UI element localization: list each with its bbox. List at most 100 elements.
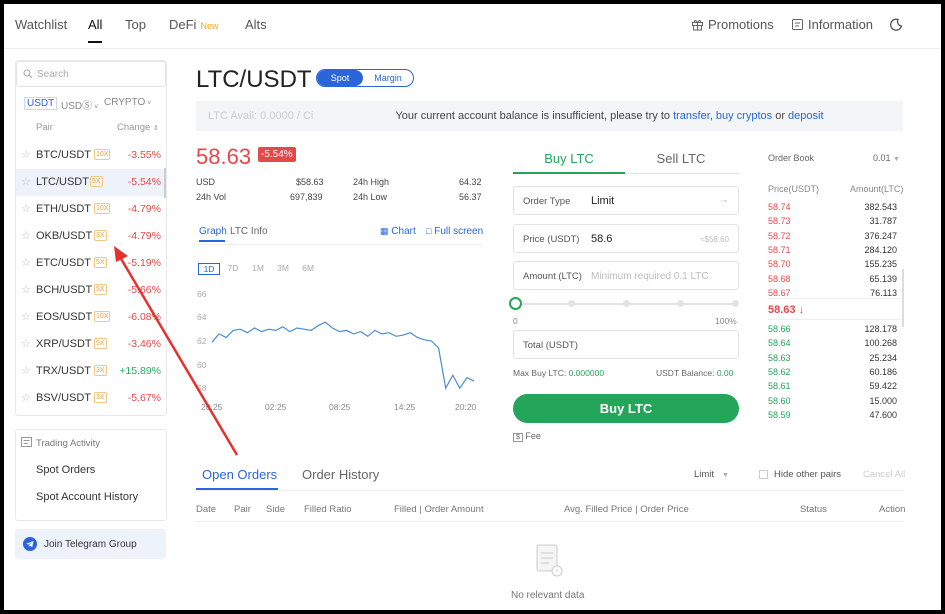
bid-price[interactable]: 58.66 <box>768 324 791 334</box>
pair-row-etc[interactable]: ☆ ETC/USDT 5X -5.19% <box>16 250 166 277</box>
star-icon[interactable]: ☆ <box>21 175 31 188</box>
pair-row-eos[interactable]: ☆ EOS/USDT 10X -6.08% <box>16 304 166 331</box>
bid-price[interactable]: 58.64 <box>768 338 791 348</box>
bid-price[interactable]: 58.60 <box>768 396 791 406</box>
star-icon[interactable]: ☆ <box>21 202 31 215</box>
deposit-link[interactable]: deposit <box>788 110 823 122</box>
ask-price[interactable]: 58.68 <box>768 274 791 284</box>
search-input[interactable]: Search <box>16 61 166 87</box>
x-tick-label: 08:25 <box>329 402 351 412</box>
limit-filter[interactable]: Limit ▼ <box>694 469 729 480</box>
slider-step-dot[interactable] <box>567 300 575 307</box>
pair-row-xrp[interactable]: ☆ XRP/USDT 5X -3.46% <box>16 331 166 358</box>
timeframe-7d[interactable]: 7D <box>222 263 244 275</box>
nav-divider <box>4 48 941 49</box>
star-icon[interactable]: ☆ <box>21 283 31 296</box>
pair-row-eth[interactable]: ☆ ETH/USDT 10X -4.79% <box>16 196 166 223</box>
tab-sell[interactable]: Sell LTC <box>625 151 737 166</box>
ob-scrollbar[interactable] <box>902 269 904 327</box>
star-icon[interactable]: ☆ <box>21 310 31 323</box>
sort-icon: ⇕ <box>152 125 159 132</box>
star-icon[interactable]: ☆ <box>21 337 31 350</box>
nav-defi[interactable]: DeFi New <box>169 17 218 32</box>
tab-order-history[interactable]: Order History <box>302 467 379 482</box>
nav-watchlist[interactable]: Watchlist <box>15 17 67 32</box>
pair-row-ltc[interactable]: ☆ LTC/USDT 5X -5.54% <box>16 169 166 196</box>
timeframe-3m[interactable]: 3M <box>272 263 294 275</box>
timeframe-1d[interactable]: 1D <box>198 263 220 275</box>
pair-row-btc[interactable]: ☆ BTC/USDT 10X -3.55% <box>16 142 166 169</box>
timeframe-1m[interactable]: 1M <box>247 263 269 275</box>
ask-price[interactable]: 58.72 <box>768 231 791 241</box>
fee-link[interactable]: $ Fee <box>513 431 541 442</box>
tab-buy[interactable]: Buy LTC <box>513 151 625 166</box>
ask-price[interactable]: 58.71 <box>768 245 791 255</box>
bid-amount: 128.178 <box>864 324 897 334</box>
cancel-all-button[interactable]: Cancel All <box>863 469 905 480</box>
nav-alts[interactable]: Alts <box>245 17 267 32</box>
slider-step-dot[interactable] <box>732 300 739 307</box>
col-change-header[interactable]: Change ⇕ <box>117 122 159 133</box>
tab-open-orders[interactable]: Open Orders <box>202 467 277 482</box>
pair-title: LTC/USDT <box>196 66 312 93</box>
star-icon[interactable]: ☆ <box>21 229 31 242</box>
star-icon[interactable]: ☆ <box>21 364 31 377</box>
hide-other-checkbox[interactable] <box>759 470 768 479</box>
bid-price[interactable]: 58.59 <box>768 410 791 420</box>
order-type-select[interactable]: Order Type Limit ⌄ <box>513 186 739 215</box>
empty-document-icon <box>536 544 563 577</box>
ask-price[interactable]: 58.67 <box>768 288 791 298</box>
slider-handle[interactable] <box>509 297 522 310</box>
chart-link[interactable]: ▦ Chart <box>380 226 416 237</box>
usdt-balance-value: 0.00 <box>716 368 734 378</box>
pair-row-bsv[interactable]: ☆ BSV/USDT 3X -5.67% <box>16 385 166 412</box>
bid-price[interactable]: 58.61 <box>768 381 791 391</box>
spot-toggle[interactable]: Spot <box>317 70 363 86</box>
information-link[interactable]: Information <box>791 17 873 32</box>
moon-icon[interactable] <box>890 18 903 31</box>
nav-top[interactable]: Top <box>125 17 146 32</box>
tab-usds[interactable]: USDⓈ ˅ <box>61 97 98 112</box>
price-field[interactable]: Price (USDT) 58.6 ≈$58.60 <box>513 224 739 253</box>
y-tick-label: 66 <box>197 288 207 299</box>
promotions-link[interactable]: Promotions <box>691 17 774 32</box>
timeframe-6m[interactable]: 6M <box>297 263 319 275</box>
star-icon[interactable]: ☆ <box>21 391 31 404</box>
bid-price[interactable]: 58.62 <box>768 367 791 377</box>
ask-price[interactable]: 58.70 <box>768 259 791 269</box>
tab-usdt[interactable]: USDT <box>24 97 58 110</box>
spot-history-link[interactable]: Spot Account History <box>36 491 138 503</box>
star-icon[interactable]: ☆ <box>21 148 31 161</box>
ask-price[interactable]: 58.73 <box>768 216 791 226</box>
precision-select[interactable]: 0.01 ▼ <box>873 153 900 163</box>
tab-graph[interactable]: Graph <box>199 226 227 237</box>
total-field[interactable]: Total (USDT) <box>513 330 739 359</box>
ask-price[interactable]: 58.74 <box>768 202 791 212</box>
bid-amount: 100.268 <box>864 338 897 349</box>
leverage-badge: 10X <box>94 311 111 322</box>
amount-field[interactable]: Amount (LTC) Minimum required 0.1 LTC <box>513 261 739 290</box>
arrow-down-icon: ↓ <box>798 304 805 316</box>
tab-crypto[interactable]: CRYPTO ˅ <box>104 97 151 108</box>
margin-toggle[interactable]: Margin <box>363 70 413 86</box>
star-icon[interactable]: ☆ <box>21 256 31 269</box>
slider-step-dot[interactable] <box>622 300 630 307</box>
spot-orders-link[interactable]: Spot Orders <box>36 464 95 476</box>
slider-step-dot[interactable] <box>677 300 685 307</box>
bid-price[interactable]: 58.63 <box>768 353 791 363</box>
pair-row-okb[interactable]: ☆ OKB/USDT 3X -4.79% <box>16 223 166 250</box>
nav-all[interactable]: All <box>88 17 102 32</box>
pair-row-bch[interactable]: ☆ BCH/USDT 5X -5.66% <box>16 277 166 304</box>
buy-ltc-button[interactable]: Buy LTC <box>513 394 739 423</box>
buy-cryptos-link[interactable]: buy cryptos <box>716 110 772 122</box>
transfer-link[interactable]: transfer <box>673 110 710 122</box>
tab-ltc-info[interactable]: LTC Info <box>230 226 268 237</box>
pair-row-trx[interactable]: ☆ TRX/USDT 3X +15.89% <box>16 358 166 385</box>
pair-list-scrollbar[interactable] <box>164 168 166 198</box>
fullscreen-link[interactable]: □ Full screen <box>426 226 483 237</box>
vol-label: 24h Vol <box>196 192 227 202</box>
y-tick-label: 58 <box>197 383 207 394</box>
telegram-button[interactable]: Join Telegram Group <box>15 529 166 559</box>
orders-col-header: Filled Ratio <box>304 504 352 515</box>
leverage-badge: 10X <box>94 203 111 214</box>
